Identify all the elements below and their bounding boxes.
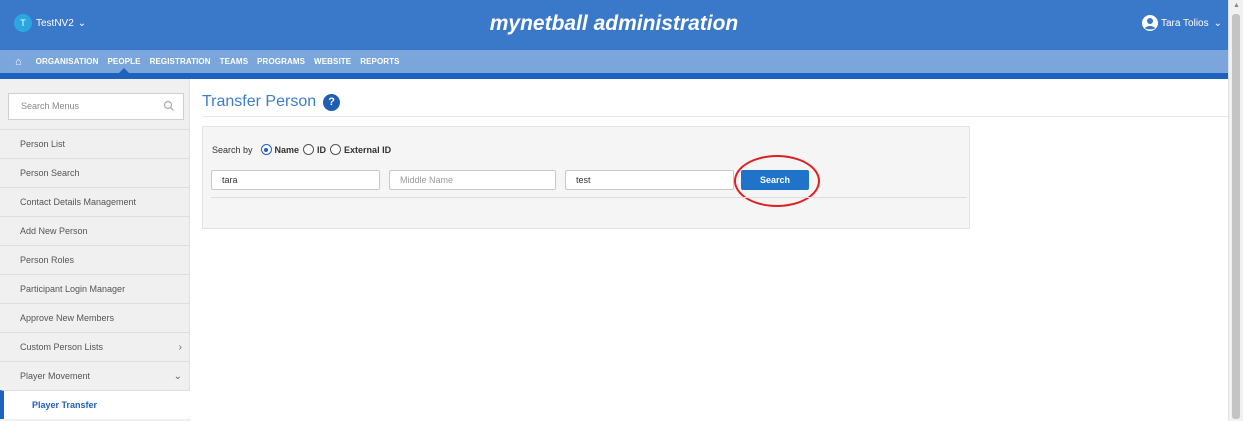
nav-registration[interactable]: REGISTRATION [150, 50, 211, 73]
sidebar-item-person-roles[interactable]: Person Roles [0, 245, 190, 274]
help-icon[interactable]: ? [323, 93, 341, 111]
chevron-down-icon: ⌄ [173, 371, 182, 382]
top-header: T TestNV2 ⌄ mynetball administration Tar… [0, 0, 1228, 50]
sidebar-item-label: Person List [20, 139, 66, 149]
search-menus-placeholder: Search Menus [21, 101, 80, 111]
sidebar-item-approve-members[interactable]: Approve New Members [0, 303, 190, 332]
panel-divider [211, 197, 967, 198]
app-title: mynetball administration [489, 12, 739, 35]
nav-reports[interactable]: REPORTS [360, 50, 399, 73]
sidebar-item-player-transfer[interactable]: Player Transfer [0, 390, 190, 419]
home-icon[interactable]: ⌂ [15, 56, 22, 68]
page-title: Transfer Person ? [202, 93, 341, 111]
sidebar-item-add-new-person[interactable]: Add New Person [0, 216, 190, 245]
transfer-search-panel: Search by Name ID External ID Search [202, 126, 970, 229]
user-menu[interactable]: Tara Tolios ⌄ [1141, 15, 1222, 31]
page-title-text: Transfer Person [202, 93, 317, 110]
sidebar-item-label: Person Roles [20, 255, 75, 265]
sidebar: Search Menus Person List Person Search C… [0, 79, 190, 421]
sidebar-item-label: Contact Details Management [20, 197, 137, 207]
search-icon [163, 100, 174, 111]
sidebar-item-label: Custom Person Lists [20, 342, 104, 352]
sidebar-item-player-movement[interactable]: Player Movement ⌄ [0, 361, 190, 390]
user-avatar-icon [1141, 15, 1158, 31]
search-by-label: Search by [212, 144, 253, 155]
radio-external-id[interactable]: External ID [330, 144, 391, 155]
sidebar-item-label: Participant Login Manager [20, 284, 126, 294]
radio-external-id-label: External ID [344, 144, 392, 155]
radio-external-id-circle[interactable] [330, 144, 342, 155]
scrollbar-thumb[interactable] [1232, 14, 1240, 419]
radio-name-label: Name [274, 144, 300, 155]
nav-teams[interactable]: TEAMS [220, 50, 249, 73]
chevron-right-icon: › [178, 342, 182, 353]
last-name-field[interactable] [565, 170, 734, 190]
radio-id-label: ID [317, 144, 327, 155]
nav-programs[interactable]: PROGRAMS [257, 50, 305, 73]
search-menus-input[interactable]: Search Menus [8, 93, 184, 120]
sidebar-menu: Person List Person Search Contact Detail… [0, 129, 190, 419]
scroll-up-arrow-icon[interactable]: ▲ [1233, 2, 1240, 9]
nav-website[interactable]: WEBSITE [314, 50, 351, 73]
sidebar-item-label: Player Movement [20, 371, 91, 381]
sidebar-item-custom-person-lists[interactable]: Custom Person Lists › [0, 332, 190, 361]
user-name: Tara Tolios [1160, 17, 1209, 29]
nav-people[interactable]: PEOPLE [108, 50, 141, 73]
radio-id-circle[interactable] [303, 144, 315, 155]
sidebar-item-label: Add New Person [20, 226, 88, 236]
sidebar-item-label: Player Transfer [32, 400, 98, 410]
sidebar-item-contact-details[interactable]: Contact Details Management [0, 187, 190, 216]
title-divider [202, 116, 1228, 117]
search-button[interactable]: Search [741, 170, 809, 190]
radio-name[interactable]: Name [260, 144, 300, 155]
sidebar-item-person-list[interactable]: Person List [0, 129, 190, 158]
main-nav: ⌂ ORGANISATION PEOPLE REGISTRATION TEAMS… [0, 50, 1228, 73]
first-name-field[interactable] [211, 170, 380, 190]
nav-organisation[interactable]: ORGANISATION [36, 50, 99, 73]
sidebar-item-person-search[interactable]: Person Search [0, 158, 190, 187]
radio-id[interactable]: ID [303, 144, 326, 155]
search-by-row: Search by Name ID External ID [212, 144, 395, 155]
chevron-down-icon: ⌄ [1213, 17, 1222, 29]
sidebar-item-login-manager[interactable]: Participant Login Manager [0, 274, 190, 303]
sidebar-item-label: Person Search [20, 168, 80, 178]
sidebar-item-label: Approve New Members [20, 313, 115, 323]
page-scrollbar[interactable]: ▲ [1228, 0, 1243, 421]
middle-name-field[interactable] [389, 170, 556, 190]
radio-name-circle[interactable] [260, 144, 272, 155]
